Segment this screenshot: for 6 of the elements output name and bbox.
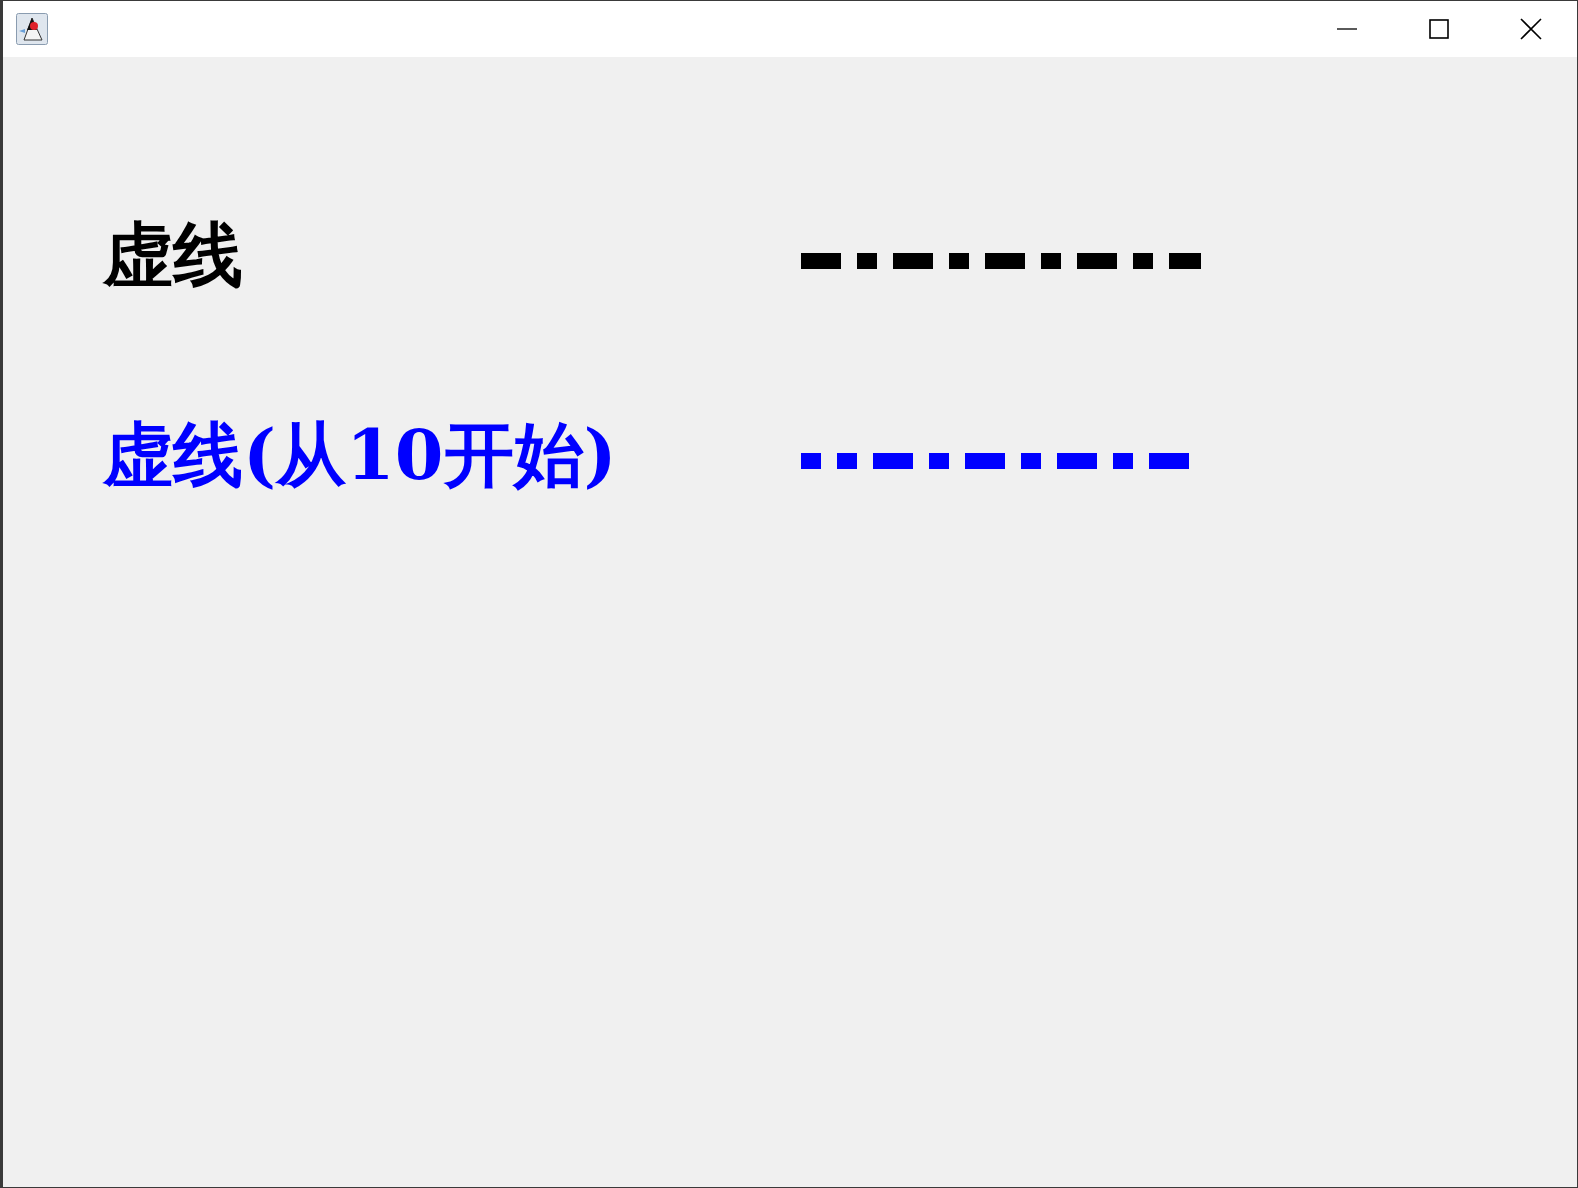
maximize-icon bbox=[1429, 19, 1449, 39]
minimize-icon bbox=[1337, 28, 1357, 30]
mascot-icon bbox=[16, 13, 48, 45]
line-label: 虚线(从10开始) bbox=[103, 412, 618, 498]
close-icon bbox=[1520, 18, 1542, 40]
line-label: 虚线 bbox=[103, 212, 244, 298]
